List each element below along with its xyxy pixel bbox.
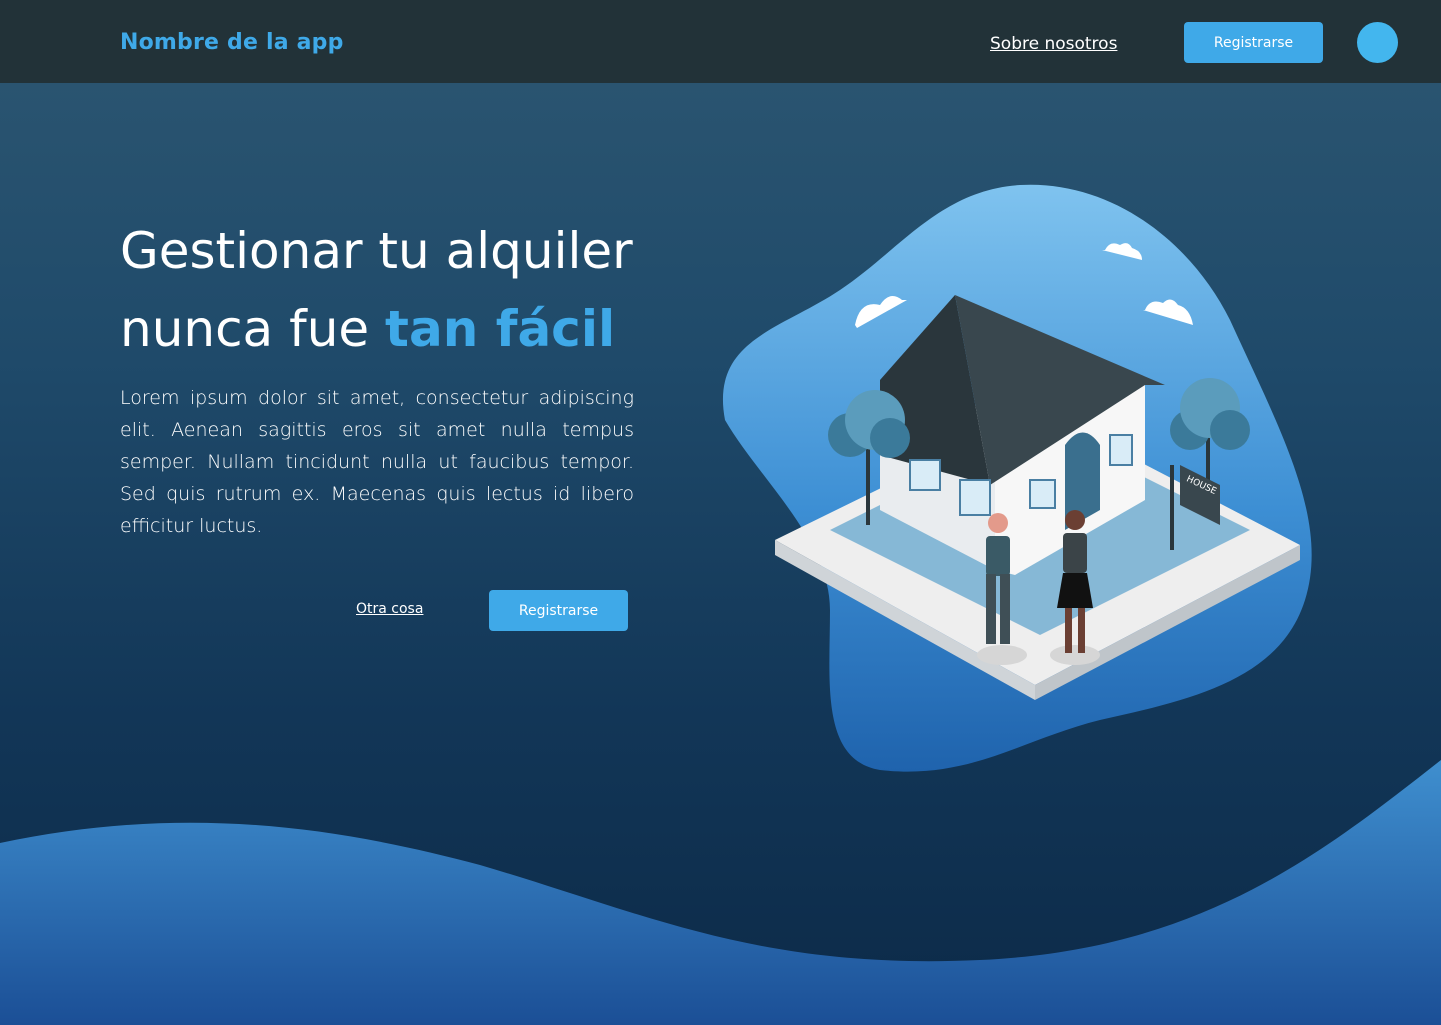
hero-title: Gestionar tu alquiler nunca fue tan fáci… xyxy=(120,212,680,368)
bottom-wave xyxy=(0,760,1441,1025)
hero-title-line2-prefix: nunca fue xyxy=(120,300,386,358)
about-us-link[interactable]: Sobre nosotros xyxy=(990,34,1117,54)
register-button-nav[interactable]: Registrarse xyxy=(1184,22,1323,63)
app-brand-name[interactable]: Nombre de la app xyxy=(120,30,344,55)
hero-title-line1: Gestionar tu alquiler xyxy=(120,222,633,280)
user-avatar[interactable] xyxy=(1357,22,1398,63)
hero-description: Lorem ipsum dolor sit amet, consectetur … xyxy=(120,387,634,537)
house-rental-illustration: HOUSE xyxy=(722,184,1312,772)
other-link[interactable]: Otra cosa xyxy=(356,601,423,617)
top-navbar: Nombre de la app Sobre nosotros Registra… xyxy=(0,0,1441,83)
register-button-hero[interactable]: Registrarse xyxy=(489,590,628,631)
hero-title-accent: tan fácil xyxy=(385,300,616,358)
